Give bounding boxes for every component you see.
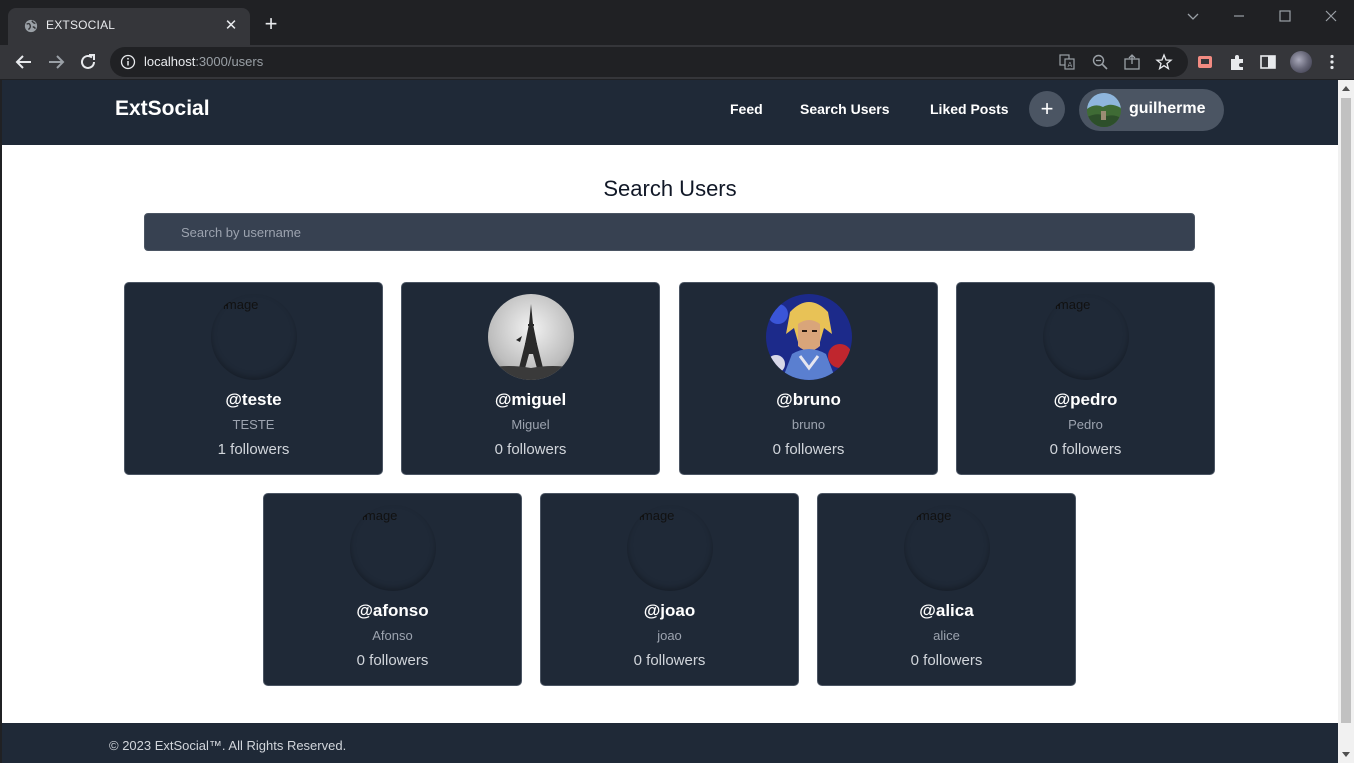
nav-feed-link[interactable]: Feed — [730, 101, 763, 117]
user-card-afonso[interactable]: image @afonso Afonso 0 followers — [263, 493, 522, 686]
user-card-bruno[interactable]: @bruno bruno 0 followers — [679, 282, 938, 475]
user-name: alice — [933, 628, 960, 643]
share-icon[interactable] — [1123, 53, 1141, 71]
brand-logo[interactable]: ExtSocial — [115, 97, 210, 121]
user-handle: @teste — [225, 390, 282, 409]
user-handle: @bruno — [776, 390, 841, 409]
info-icon[interactable] — [120, 54, 136, 70]
avatar: image — [627, 505, 713, 591]
globe-icon — [24, 19, 38, 33]
create-post-button[interactable]: + — [1029, 91, 1065, 127]
tab-search-chevron-icon[interactable] — [1183, 6, 1203, 26]
scrollbar-thumb[interactable] — [1341, 98, 1351, 723]
current-username: guilherme — [1129, 100, 1206, 117]
follower-count: 0 followers — [356, 652, 429, 669]
user-profile-button[interactable]: guilherme — [1079, 89, 1224, 131]
url-path: :3000/users — [195, 54, 264, 69]
address-bar[interactable]: localhost:3000/users A — [110, 47, 1188, 77]
cast-icon[interactable] — [1195, 52, 1215, 72]
copyright-text: © 2023 ExtSocial™. All Rights Reserved. — [109, 738, 347, 753]
side-panel-icon[interactable] — [1258, 52, 1278, 72]
window-close-icon[interactable] — [1321, 6, 1341, 26]
browser-tab-bar: EXTSOCIAL ✕ + — [0, 0, 1354, 45]
broken-image-alt: image — [223, 297, 259, 312]
zoom-out-icon[interactable] — [1091, 53, 1109, 71]
follower-count: 0 followers — [1049, 441, 1122, 458]
reload-icon[interactable] — [76, 50, 100, 74]
minimize-icon[interactable] — [1229, 6, 1249, 26]
svg-text:A: A — [1068, 61, 1073, 69]
follower-count: 0 followers — [772, 441, 845, 458]
close-icon[interactable]: ✕ — [222, 17, 240, 35]
user-card-miguel[interactable]: @miguel Miguel 0 followers — [401, 282, 660, 475]
follower-count: 0 followers — [633, 652, 706, 669]
page-scrollbar[interactable] — [1338, 80, 1354, 763]
avatar-landscape-image — [1087, 93, 1121, 127]
forward-arrow-icon[interactable] — [44, 50, 68, 74]
browser-profile-avatar[interactable] — [1290, 51, 1312, 73]
broken-image-alt: image — [1055, 297, 1091, 312]
avatar: image — [1043, 294, 1129, 380]
user-handle: @afonso — [356, 601, 429, 620]
search-field[interactable] — [144, 213, 1195, 251]
user-name: joao — [657, 628, 682, 643]
page-title: Search Users — [603, 176, 737, 201]
avatar — [766, 294, 852, 380]
scroll-up-arrow-icon[interactable] — [1342, 86, 1350, 91]
user-name: bruno — [791, 417, 826, 432]
maximize-icon[interactable] — [1275, 6, 1295, 26]
nav-liked-posts-link[interactable]: Liked Posts — [930, 101, 1009, 117]
broken-image-alt: image — [362, 508, 398, 523]
scroll-down-arrow-icon[interactable] — [1342, 752, 1350, 757]
avatar: image — [211, 294, 297, 380]
translate-icon[interactable]: A — [1058, 53, 1076, 71]
follower-count: 1 followers — [217, 441, 290, 458]
page-viewport: ExtSocial Feed Search Users Liked Posts … — [2, 80, 1338, 763]
user-name: Afonso — [372, 628, 413, 643]
tab-title: EXTSOCIAL — [46, 18, 116, 32]
user-handle: @joao — [643, 601, 696, 620]
bookmark-star-icon[interactable] — [1155, 53, 1173, 71]
nav-search-users-link[interactable]: Search Users — [800, 101, 890, 117]
avatar — [1087, 93, 1121, 127]
user-handle: @alica — [919, 601, 974, 620]
search-input[interactable] — [145, 214, 1194, 250]
follower-count: 0 followers — [494, 441, 567, 458]
new-tab-button[interactable]: + — [260, 13, 282, 35]
anime-character-photo — [766, 294, 852, 380]
url-host: localhost — [144, 54, 196, 69]
user-handle: @miguel — [494, 390, 567, 409]
avatar: image — [350, 505, 436, 591]
more-menu-icon[interactable] — [1322, 52, 1342, 72]
broken-image-alt: image — [639, 508, 675, 523]
follower-count: 0 followers — [910, 652, 983, 669]
user-name: Miguel — [511, 417, 550, 432]
user-card-teste[interactable]: image @teste TESTE 1 followers — [124, 282, 383, 475]
user-card-joao[interactable]: image @joao joao 0 followers — [540, 493, 799, 686]
user-handle: @pedro — [1053, 390, 1118, 409]
page-footer: © 2023 ExtSocial™. All Rights Reserved. — [2, 723, 1338, 763]
avatar: image — [904, 505, 990, 591]
app-header: ExtSocial Feed Search Users Liked Posts … — [2, 80, 1338, 145]
user-card-alica[interactable]: image @alica alice 0 followers — [817, 493, 1076, 686]
avatar — [488, 294, 574, 380]
browser-tab[interactable]: EXTSOCIAL ✕ — [8, 8, 250, 45]
user-name: TESTE — [232, 417, 275, 432]
eiffel-tower-photo — [488, 294, 574, 380]
url-text[interactable]: localhost:3000/users — [144, 54, 263, 69]
browser-toolbar: localhost:3000/users A — [0, 45, 1354, 79]
back-arrow-icon[interactable] — [12, 50, 36, 74]
user-name: Pedro — [1068, 417, 1103, 432]
broken-image-alt: image — [916, 508, 952, 523]
user-card-pedro[interactable]: image @pedro Pedro 0 followers — [956, 282, 1215, 475]
extensions-puzzle-icon[interactable] — [1227, 52, 1247, 72]
